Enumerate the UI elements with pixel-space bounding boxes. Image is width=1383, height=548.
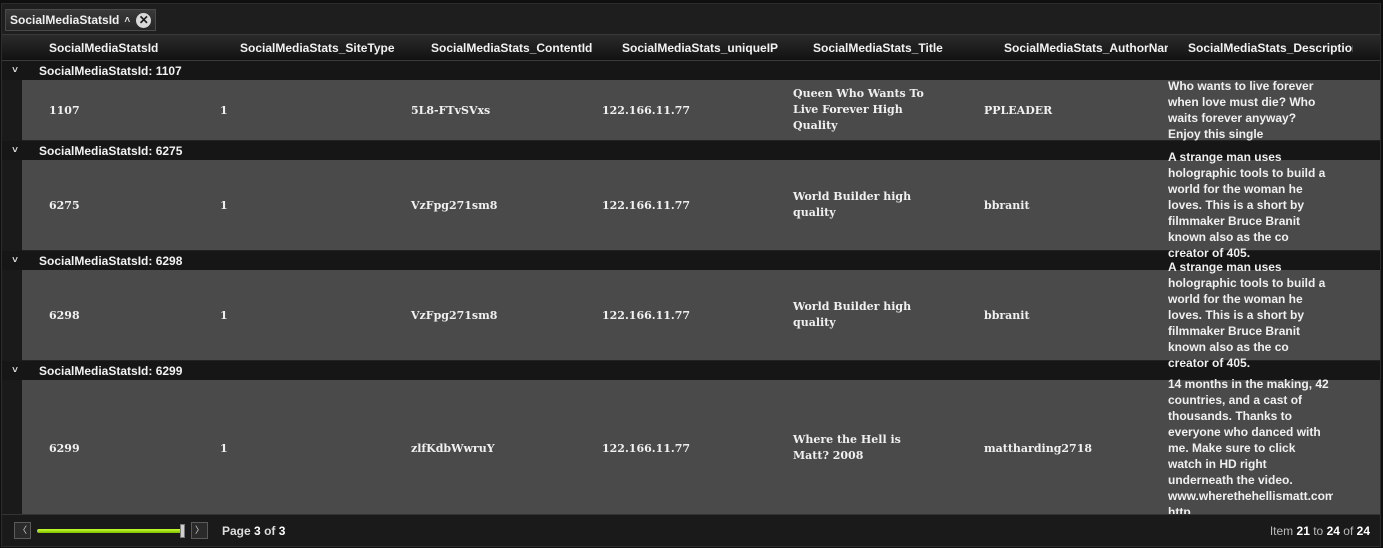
table-row[interactable]: 6298 1 VzFpg271sm8 122.166.11.77 World B…	[22, 260, 1380, 370]
cell-unique-ip: 122.166.11.77	[602, 198, 691, 212]
cell-site-type: 1	[220, 308, 228, 322]
cell-content-id: VzFpg271sm8	[411, 308, 498, 322]
cell-unique-ip: 122.166.11.77	[602, 103, 691, 117]
close-icon[interactable]: ✕	[136, 12, 152, 28]
table-row[interactable]: 1107 1 5L8-FTvSVxs 122.166.11.77 Queen W…	[22, 79, 1380, 141]
group-label: SocialMediaStatsId: 6298	[39, 253, 183, 268]
item-indicator: Item 21 to 24 of 24	[1270, 524, 1370, 538]
chevron-down-icon[interactable]: ˅	[2, 145, 28, 156]
chevron-left-icon[interactable]: 〈	[14, 522, 31, 539]
column-header-row: SocialMediaStatsId SocialMediaStats_Site…	[2, 34, 1380, 61]
page-word: Page	[222, 523, 251, 538]
column-header[interactable]: SocialMediaStats_uniqueIP	[595, 41, 786, 55]
of-word: of	[1343, 523, 1354, 538]
cell-id: 6298	[49, 308, 80, 322]
item-from: 21	[1296, 523, 1310, 538]
cell-description: 14 months in the making, 42 countries, a…	[1168, 377, 1333, 519]
cell-content-id: 5L8-FTvSVxs	[411, 103, 491, 117]
cell-content-id: VzFpg271sm8	[411, 198, 498, 212]
chevron-down-icon[interactable]: ˅	[2, 255, 28, 266]
item-to: 24	[1326, 523, 1340, 538]
column-header[interactable]: SocialMediaStats_AuthorName	[977, 41, 1168, 55]
column-header[interactable]: SocialMediaStats_Description	[1168, 41, 1353, 55]
cell-description: A strange man uses holographic tools to …	[1168, 260, 1326, 370]
column-header[interactable]: SocialMediaStats_Title	[786, 41, 977, 55]
cell-author: PPLEADER	[984, 103, 1053, 117]
cell-title: World Builder high quality	[793, 190, 912, 219]
chevron-up-icon[interactable]: ˄	[124, 15, 130, 26]
page-current: 3	[254, 523, 261, 538]
table-row[interactable]: 6299 1 zlfKdbWwruY 122.166.11.77 Where t…	[22, 377, 1380, 519]
page-slider[interactable]	[37, 523, 185, 538]
cell-content-id: zlfKdbWwruY	[411, 441, 495, 455]
cell-author: bbranit	[984, 308, 1030, 322]
cell-site-type: 1	[220, 441, 228, 455]
cell-description: Who wants to live forever when love must…	[1168, 79, 1316, 141]
table-row[interactable]: 6275 1 VzFpg271sm8 122.166.11.77 World B…	[22, 150, 1380, 260]
cell-title: Queen Who Wants To Live Forever High Qua…	[793, 87, 924, 132]
chevron-down-icon[interactable]: ˅	[2, 365, 28, 376]
cell-site-type: 1	[220, 103, 228, 117]
pager: 〈 〉 Page 3 of 3 Item 21 to 24 of 24	[2, 514, 1380, 546]
page-total: 3	[278, 523, 286, 538]
chevron-down-icon[interactable]: ˅	[2, 65, 28, 76]
cell-author: bbranit	[984, 198, 1030, 212]
cell-id: 6275	[49, 198, 80, 212]
page-indicator: Page 3 of 3	[222, 524, 285, 538]
group-label: SocialMediaStatsId: 6299	[39, 363, 183, 378]
column-header[interactable]: SocialMediaStats_SiteType	[213, 41, 404, 55]
cell-id: 1107	[49, 103, 80, 117]
to-word: to	[1313, 523, 1324, 538]
column-header[interactable]: SocialMediaStatsId	[22, 41, 213, 55]
item-total: 24	[1356, 523, 1370, 538]
group-label: SocialMediaStatsId: 6275	[39, 143, 183, 158]
cell-unique-ip: 122.166.11.77	[602, 441, 691, 455]
cell-title: World Builder high quality	[793, 300, 912, 329]
cell-author: mattharding2718	[984, 441, 1093, 455]
cell-unique-ip: 122.166.11.77	[602, 308, 691, 322]
cell-description: A strange man uses holographic tools to …	[1168, 150, 1326, 260]
group-chip-label: SocialMediaStatsId	[10, 13, 120, 27]
cell-site-type: 1	[220, 198, 228, 212]
data-grid: SocialMediaStatsId ˄ ✕ SocialMediaStatsI…	[1, 3, 1381, 547]
slider-track	[37, 528, 185, 533]
cell-title: Where the Hell is Matt? 2008	[793, 433, 901, 462]
chevron-right-icon[interactable]: 〉	[191, 522, 208, 539]
column-header[interactable]: SocialMediaStats_ContentId	[404, 41, 595, 55]
item-word: Item	[1269, 523, 1294, 538]
group-chip[interactable]: SocialMediaStatsId ˄ ✕	[5, 9, 157, 31]
of-word: of	[264, 523, 276, 538]
group-by-panel: SocialMediaStatsId ˄ ✕	[2, 4, 1380, 34]
cell-id: 6299	[49, 441, 80, 455]
slider-thumb[interactable]	[180, 523, 185, 538]
group-label: SocialMediaStatsId: 1107	[39, 63, 182, 78]
